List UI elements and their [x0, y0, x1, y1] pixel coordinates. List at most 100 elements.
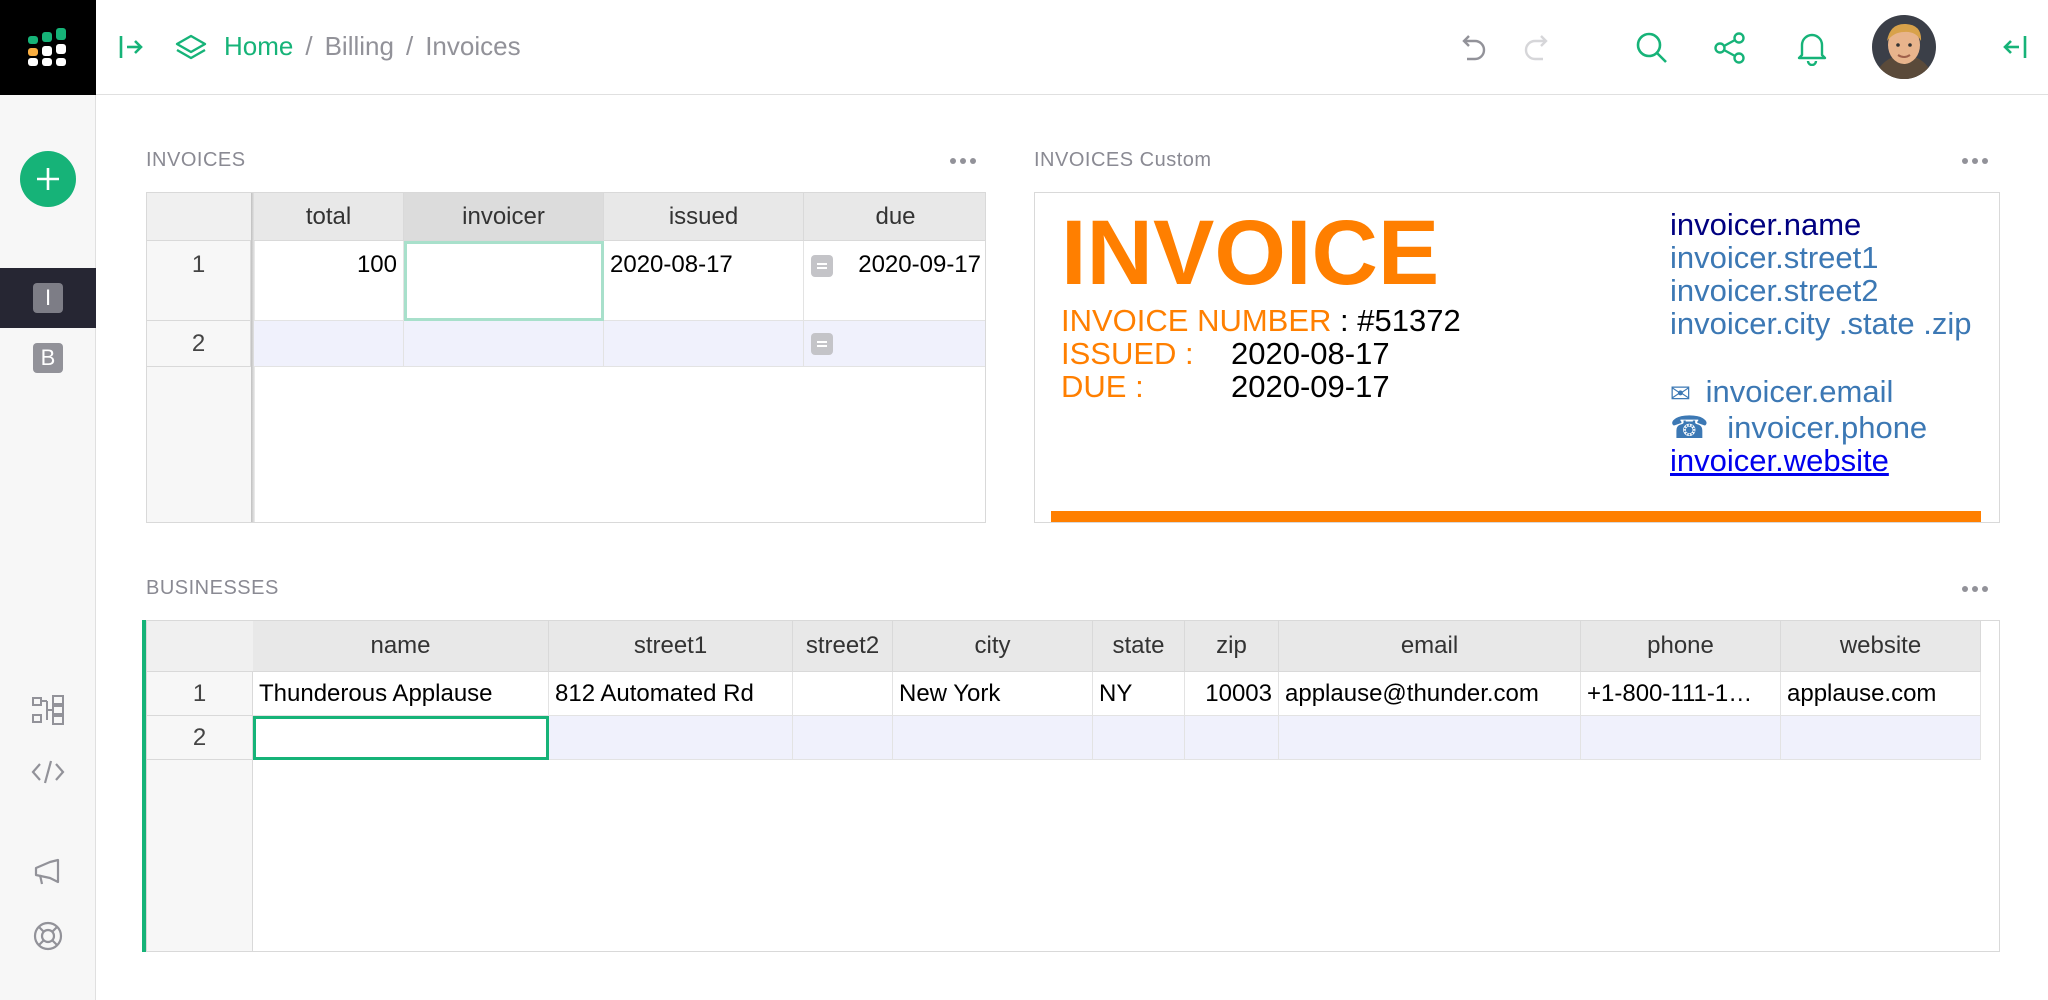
- column-header-phone[interactable]: phone: [1581, 621, 1781, 672]
- column-header-total[interactable]: total: [254, 193, 404, 241]
- invoicer-name: invoicer.name: [1670, 207, 1862, 242]
- row-number[interactable]: 1: [147, 241, 251, 321]
- left-sidebar: I B: [0, 95, 96, 1000]
- invoicer-website-link[interactable]: invoicer.website: [1670, 443, 1889, 479]
- column-header-invoicer[interactable]: invoicer: [404, 193, 604, 241]
- more-options-icon[interactable]: [950, 158, 976, 164]
- cell-street2[interactable]: [793, 672, 893, 716]
- invoice-footer-bar: [1051, 511, 1981, 522]
- cell-city[interactable]: New York: [893, 672, 1093, 716]
- new-row-cell[interactable]: [549, 716, 793, 760]
- selected-cell[interactable]: [253, 716, 549, 760]
- row-number[interactable]: 2: [147, 716, 253, 760]
- breadcrumb-separator: /: [305, 30, 313, 61]
- cell-issued[interactable]: 2020-08-17: [604, 241, 804, 321]
- column-header-state[interactable]: state: [1093, 621, 1185, 672]
- undo-icon[interactable]: [1452, 28, 1492, 68]
- raw-data-icon[interactable]: [28, 690, 68, 730]
- new-row-cell[interactable]: [1581, 716, 1781, 760]
- column-header-issued[interactable]: issued: [604, 193, 804, 241]
- breadcrumb-separator: /: [405, 30, 414, 61]
- breadcrumb-invoices[interactable]: Invoices: [425, 31, 520, 62]
- column-header-website[interactable]: website: [1781, 621, 1981, 672]
- page-item-businesses[interactable]: B: [0, 328, 96, 388]
- row-number[interactable]: 1: [147, 672, 253, 716]
- formula-icon[interactable]: [811, 255, 833, 277]
- more-options-icon[interactable]: [1962, 586, 1988, 592]
- expand-sidebar-icon[interactable]: [114, 30, 148, 64]
- megaphone-icon[interactable]: [28, 852, 68, 892]
- cell-name[interactable]: Thunderous Applause: [253, 672, 549, 716]
- breadcrumb-home[interactable]: Home: [224, 31, 293, 62]
- new-row-cell[interactable]: [404, 321, 604, 367]
- bell-icon[interactable]: [1792, 28, 1832, 68]
- new-row-cell[interactable]: [893, 716, 1093, 760]
- app-logo[interactable]: [0, 0, 96, 95]
- new-row-cell[interactable]: [604, 321, 804, 367]
- breadcrumb-billing[interactable]: Billing: [325, 31, 394, 62]
- due-value: 2020-09-17: [1231, 369, 1390, 404]
- share-icon[interactable]: [1710, 28, 1750, 68]
- invoicer-city-state-zip: invoicer.city .state .zip: [1670, 306, 1972, 341]
- email-icon: ✉: [1670, 380, 1691, 408]
- formula-icon[interactable]: [811, 333, 833, 355]
- cell-phone[interactable]: +1-800-111-1…: [1581, 672, 1781, 716]
- new-row-cell[interactable]: [793, 716, 893, 760]
- page-badge: B: [33, 343, 63, 373]
- page-badge: I: [33, 283, 63, 313]
- cell-invoicer[interactable]: [404, 241, 604, 321]
- invoices-grid: total invoicer issued due 1 100 2020-08-…: [146, 192, 986, 523]
- new-row-cell[interactable]: [1093, 716, 1185, 760]
- cell-total[interactable]: 100: [254, 241, 404, 321]
- corner-cell[interactable]: [147, 621, 253, 672]
- column-header-name[interactable]: name: [253, 621, 549, 672]
- new-row-cell[interactable]: [1279, 716, 1581, 760]
- avatar[interactable]: [1872, 15, 1936, 79]
- cell-zip[interactable]: 10003: [1185, 672, 1279, 716]
- new-row-cell[interactable]: [1185, 716, 1279, 760]
- plus-icon: [37, 168, 59, 190]
- page-item-invoices[interactable]: I: [0, 268, 96, 328]
- more-options-icon[interactable]: [1962, 158, 1988, 164]
- section-title-invoices: INVOICES: [146, 149, 246, 171]
- businesses-grid: name street1 street2 city state zip emai…: [146, 620, 2000, 952]
- invoice-card: INVOICE INVOICE NUMBER : #51372 ISSUED :…: [1034, 192, 2000, 523]
- invoice-number-value: : #51372: [1340, 303, 1461, 338]
- invoicer-phone: invoicer.phone: [1727, 410, 1928, 445]
- logo-icon: [28, 28, 66, 66]
- issued-label: ISSUED :: [1061, 336, 1194, 371]
- cell-street1[interactable]: 812 Automated Rd: [549, 672, 793, 716]
- new-row-cell[interactable]: [254, 321, 404, 367]
- corner-cell[interactable]: [147, 193, 253, 241]
- redo-icon[interactable]: [1518, 28, 1558, 68]
- invoicer-street2: invoicer.street2: [1670, 273, 1879, 308]
- due-label: DUE :: [1061, 369, 1144, 404]
- invoicer-street1: invoicer.street1: [1670, 240, 1879, 275]
- search-icon[interactable]: [1632, 28, 1672, 68]
- section-title-businesses: BUSINESSES: [146, 577, 279, 599]
- column-header-zip[interactable]: zip: [1185, 621, 1279, 672]
- invoice-number-label: INVOICE NUMBER: [1061, 303, 1332, 338]
- new-row-cell[interactable]: [1781, 716, 1981, 760]
- layers-icon: [174, 32, 208, 64]
- collapse-panel-icon[interactable]: [1998, 30, 2032, 64]
- top-bar: Home / Billing / Invoices: [0, 0, 2048, 95]
- column-header-city[interactable]: city: [893, 621, 1093, 672]
- column-header-street2[interactable]: street2: [793, 621, 893, 672]
- add-new-button[interactable]: [20, 151, 76, 207]
- issued-value: 2020-08-17: [1231, 336, 1390, 371]
- cell-state[interactable]: NY: [1093, 672, 1185, 716]
- breadcrumb: Home / Billing / Invoices: [224, 28, 521, 64]
- phone-icon: ☎: [1670, 410, 1709, 445]
- column-header-due[interactable]: due: [804, 193, 985, 241]
- cell-email[interactable]: applause@thunder.com: [1279, 672, 1581, 716]
- help-lifebuoy-icon[interactable]: [28, 916, 68, 956]
- section-title-invoices-custom: INVOICES Custom: [1034, 149, 1212, 171]
- row-number[interactable]: 2: [147, 321, 251, 367]
- cell-due[interactable]: 2020-09-17: [804, 241, 985, 321]
- cell-website[interactable]: applause.com: [1781, 672, 1981, 716]
- code-view-icon[interactable]: [28, 752, 68, 792]
- invoice-heading: INVOICE: [1061, 202, 1440, 304]
- column-header-email[interactable]: email: [1279, 621, 1581, 672]
- column-header-street1[interactable]: street1: [549, 621, 793, 672]
